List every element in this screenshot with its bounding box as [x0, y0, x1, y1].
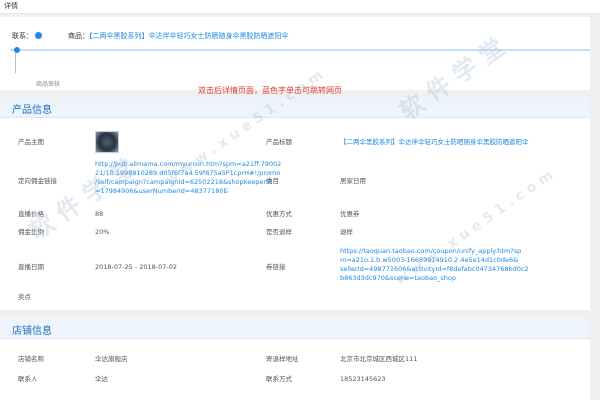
product-title-link[interactable]: 【二两伞黑胶系列】伞达伴伞轻巧女士防晒随身伞黑胶防晒遮阳伞 [340, 138, 585, 147]
return-address-value: 北京市北京城区西城区111 [340, 355, 418, 363]
coupon-link-line[interactable]: b863d3dc970&scene=taobao_shop [340, 274, 555, 283]
progress-timeline [10, 47, 590, 73]
timeline-step-label: 商品审核 [36, 81, 61, 88]
contact-person-label: 联系人 [18, 375, 38, 383]
commission-ratio-value: 20% [95, 228, 110, 236]
discount-label: 优惠方式 [266, 210, 292, 218]
commission-link-line[interactable]: http://pub.alimama.com/myunion.htm?spm=a… [95, 160, 281, 169]
contact-person-value: 伞达 [95, 375, 108, 383]
commission-link-line[interactable]: =17984906&userNumberId=48377180Б [95, 187, 255, 196]
product-thumbnail[interactable] [95, 131, 119, 153]
product-link[interactable]: 【二两伞黑胶系列】伞达伴伞轻巧女士防晒随身伞黑胶防晒遮阳伞 [89, 32, 289, 40]
page-title: 详情 [4, 2, 18, 10]
commission-link-label: 定向佣金链接 [18, 177, 57, 185]
commission-link-line[interactable]: /self/campaign?campaignId=62502218&shopk… [95, 178, 272, 187]
product-info-title: 产品信息 [12, 105, 52, 116]
contact-label: 联系： [12, 32, 33, 40]
return-address-label: 寄退样地址 [266, 355, 299, 363]
product-field: 商品：【二两伞黑胶系列】伞达伴伞轻巧女士防晒随身伞黑胶防晒遮阳伞 [68, 31, 289, 41]
category-value: 居家日用 [340, 177, 366, 185]
contact-method-value: 18523145623 [340, 375, 386, 383]
contact-field: 联系： [12, 31, 42, 41]
shop-name-label: 店铺名称 [18, 355, 44, 363]
category-label: 类目 [266, 177, 279, 185]
shop-info-title: 店铺信息 [12, 326, 52, 337]
return-value: 退样 [340, 228, 353, 236]
selling-point-label: 卖点 [18, 293, 31, 301]
shop-info-header: 店铺信息 [0, 318, 590, 339]
product-info-header: 产品信息 [0, 97, 590, 118]
product-title-label: 产品标题 [266, 138, 292, 146]
main-image-label: 产品主图 [18, 138, 44, 146]
shop-name-value: 伞达旗舰店 [95, 355, 128, 363]
commission-ratio-label: 佣金比例 [18, 228, 44, 236]
instruction-hint: 双击后详情页面，蓝色字单击可跳转网页 [198, 86, 342, 95]
product-info-section: 产品信息 产品主图 产品标题 【二两伞黑胶系列】伞达伴伞轻巧女士防晒随身伞黑胶防… [0, 97, 590, 310]
discount-value: 优惠券 [340, 210, 360, 218]
coupon-link-line[interactable]: https://taoquan.taobao.com/coupon/unify_… [340, 247, 555, 256]
return-label: 是否退样 [266, 228, 292, 236]
timeline-stub [15, 53, 16, 73]
shop-info-section: 店铺信息 店铺名称 伞达旗舰店 寄退样地址 北京市北京城区西城区111 联系人 … [0, 318, 590, 400]
product-label: 商品： [68, 32, 89, 40]
commission-link[interactable]: http://pub.alimama.com/myunion.htm?spm=a… [95, 160, 281, 196]
commission-link-line[interactable]: 21/10.1998910289.d05f6f7a4.59f675a5P1cpr… [95, 169, 280, 178]
live-date-value: 2018-07-25 - 2018-07-02 [95, 263, 178, 271]
contact-method-label: 联系方式 [266, 375, 292, 383]
coupon-link[interactable]: https://taoquan.taobao.com/coupon/unify_… [340, 247, 555, 283]
live-price-value: 88 [95, 210, 104, 218]
top-bar: 详情 [0, 0, 600, 14]
coupon-link-label: 券链接 [266, 263, 286, 271]
live-price-label: 直播价格 [18, 210, 44, 218]
contact-icon[interactable] [35, 32, 42, 39]
status-card: 联系： 商品：【二两伞黑胶系列】伞达伴伞轻巧女士防晒随身伞黑胶防晒遮阳伞 商品审… [0, 17, 590, 95]
coupon-link-line[interactable]: sellerId=498771606&activityId=f8defabc04… [340, 265, 555, 274]
coupon-link-line[interactable]: m=a21o.1.b.w5003-16689914910.2.4e5e14d1c… [340, 256, 555, 265]
live-date-label: 直播日期 [18, 263, 44, 271]
